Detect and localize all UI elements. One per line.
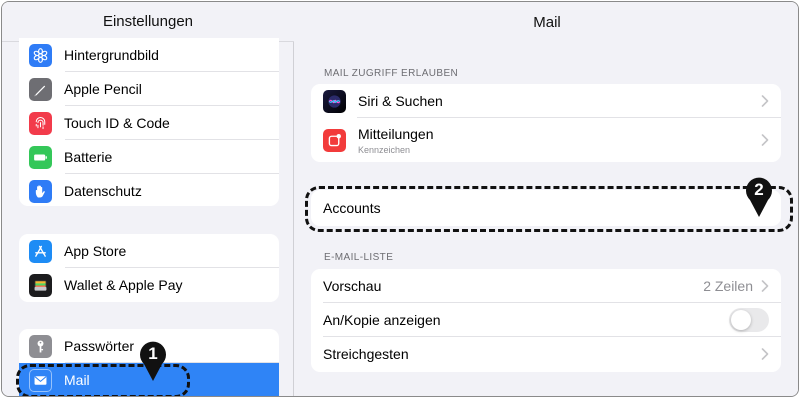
sidebar-item-apple-pencil[interactable]: Apple Pencil: [19, 72, 279, 106]
sidebar-item-wallet[interactable]: Wallet & Apple Pay: [19, 268, 279, 302]
pencil-icon: [29, 77, 52, 101]
callout-number: 2: [754, 180, 764, 199]
notifications-row[interactable]: Mitteilungen Kennzeichen: [311, 118, 781, 162]
toggle-knob: [731, 310, 751, 330]
sidebar-group-system: Hintergrundbild Apple Pencil Touch ID & …: [19, 38, 279, 206]
sidebar: Einstellungen Hintergrundbild Apple Penc…: [2, 2, 294, 396]
siri-icon: [323, 89, 346, 113]
mail-list-card: Vorschau 2 Zeilen An/Kopie anzeigen Stre…: [311, 269, 781, 372]
row-label: Mitteilungen: [358, 125, 434, 142]
sidebar-item-label: Batterie: [64, 149, 113, 165]
sidebar-item-label: Hintergrundbild: [64, 47, 159, 63]
swipe-options-row[interactable]: Streichgesten: [311, 337, 781, 371]
page-title: Mail: [533, 13, 561, 31]
show-to-cc-toggle[interactable]: [729, 308, 769, 332]
wallet-icon: [29, 273, 52, 297]
app-store-icon: [29, 239, 52, 263]
row-label: Siri & Suchen: [358, 93, 443, 109]
sidebar-item-privacy[interactable]: Datenschutz: [19, 174, 279, 206]
sidebar-item-battery[interactable]: Batterie: [19, 140, 279, 174]
section-header-list: E-MAIL-LISTE: [324, 252, 394, 263]
row-label: Vorschau: [323, 278, 382, 294]
preview-value: 2 Zeilen: [703, 278, 753, 294]
sidebar-item-label: Passwörter: [64, 338, 135, 354]
hand-icon: [29, 179, 52, 203]
battery-icon: [29, 145, 52, 169]
sidebar-item-touch-id[interactable]: Touch ID & Code: [19, 106, 279, 140]
row-sublabel: Kennzeichen: [358, 144, 411, 155]
chevron-right-icon: [761, 134, 769, 146]
notifications-icon: [323, 128, 346, 152]
sidebar-item-label: App Store: [64, 243, 127, 259]
wallpaper-icon: [29, 43, 52, 67]
section-header-access: MAIL ZUGRIFF ERLAUBEN: [324, 68, 459, 79]
row-label: An/Kopie anzeigen: [323, 312, 441, 328]
access-card: Siri & Suchen Mitteilungen Kennzeichen: [311, 84, 781, 162]
sidebar-item-wallpaper[interactable]: Hintergrundbild: [19, 38, 279, 72]
sidebar-item-label: Touch ID & Code: [64, 115, 170, 131]
chevron-right-icon: [761, 95, 769, 107]
callout-number: 1: [148, 344, 158, 363]
sidebar-title: Einstellungen: [2, 2, 294, 42]
sidebar-item-app-store[interactable]: App Store: [19, 234, 279, 268]
fingerprint-icon: [29, 111, 52, 135]
chevron-right-icon: [761, 280, 769, 292]
row-label: Streichgesten: [323, 346, 409, 362]
callout-marker-1: 1: [138, 340, 168, 382]
sidebar-group-store: App Store Wallet & Apple Pay: [19, 234, 279, 302]
preview-row[interactable]: Vorschau 2 Zeilen: [311, 269, 781, 303]
show-to-cc-row: An/Kopie anzeigen: [311, 303, 781, 337]
key-icon: [29, 334, 52, 358]
callout-marker-2: 2: [744, 176, 774, 218]
sidebar-item-label: Datenschutz: [64, 183, 142, 199]
siri-search-row[interactable]: Siri & Suchen: [311, 84, 781, 118]
chevron-right-icon: [761, 348, 769, 360]
callout-highlight-accounts: [305, 186, 793, 232]
sidebar-item-label: Wallet & Apple Pay: [64, 277, 183, 293]
settings-window: Einstellungen Hintergrundbild Apple Penc…: [1, 1, 799, 397]
sidebar-item-label: Apple Pencil: [64, 81, 142, 97]
